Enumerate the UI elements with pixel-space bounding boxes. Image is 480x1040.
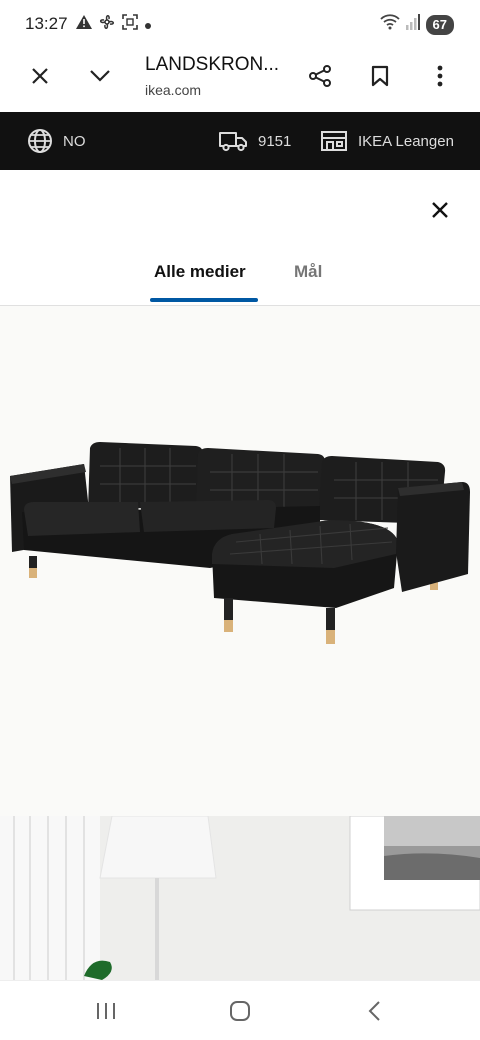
- language-label: NO: [63, 132, 86, 150]
- active-tab-indicator: [150, 298, 258, 302]
- product-image-sofa[interactable]: [0, 306, 480, 816]
- chevron-down-icon: [90, 70, 110, 82]
- room-scene-illustration: [0, 816, 480, 980]
- more-options-button[interactable]: [422, 58, 458, 94]
- back-icon: [368, 1001, 380, 1021]
- close-gallery-button[interactable]: [422, 192, 458, 228]
- expand-button[interactable]: [82, 58, 118, 94]
- language-selector[interactable]: NO: [27, 112, 86, 170]
- share-button[interactable]: [302, 58, 338, 94]
- tab-dimensions[interactable]: Mål: [294, 262, 322, 282]
- store-selector[interactable]: IKEA Leangen: [320, 112, 454, 170]
- page-domain[interactable]: ikea.com: [145, 82, 201, 98]
- home-button[interactable]: [222, 993, 258, 1029]
- recent-apps-button[interactable]: [88, 993, 124, 1029]
- battery-icon: 67: [425, 14, 454, 35]
- status-time: 13:27: [25, 14, 68, 33]
- close-icon: [32, 68, 48, 84]
- ikea-location-bar: NO 9151 IKEA Leangen: [0, 112, 480, 170]
- truck-icon: [219, 132, 247, 152]
- room-scene-image[interactable]: [0, 816, 480, 980]
- home-icon: [230, 1001, 250, 1021]
- status-bar: 13:27 67: [0, 0, 480, 50]
- page-title[interactable]: LANDSKRON...: [145, 54, 279, 76]
- signal-icon: [405, 14, 420, 35]
- store-icon: [321, 131, 347, 151]
- tab-all-media[interactable]: Alle medier: [154, 262, 246, 282]
- wifi-icon: [379, 14, 400, 35]
- more-vert-icon: [437, 65, 443, 87]
- status-icons-left: [76, 14, 151, 35]
- fan-icon: [99, 14, 115, 35]
- bookmark-icon: [371, 65, 389, 87]
- browser-toolbar: LANDSKRON... ikea.com: [0, 50, 480, 112]
- sofa-illustration: [10, 442, 470, 644]
- back-button[interactable]: [356, 993, 392, 1029]
- globe-icon: [28, 129, 52, 153]
- postcode-selector[interactable]: 9151: [218, 112, 291, 170]
- dot-icon: [145, 16, 151, 34]
- close-tab-button[interactable]: [22, 58, 58, 94]
- bookmark-button[interactable]: [362, 58, 398, 94]
- store-label: IKEA Leangen: [358, 132, 454, 150]
- alert-icon: [76, 15, 92, 34]
- postcode-label: 9151: [258, 132, 292, 150]
- system-navigation-bar: [0, 980, 480, 1040]
- screenshot-icon: [122, 14, 138, 35]
- status-icons-right: 67: [379, 14, 454, 35]
- media-gallery-sheet: Alle medier Mål: [0, 170, 480, 980]
- recent-apps-icon: [97, 1003, 115, 1019]
- share-icon: [309, 65, 331, 87]
- close-icon: [432, 202, 448, 218]
